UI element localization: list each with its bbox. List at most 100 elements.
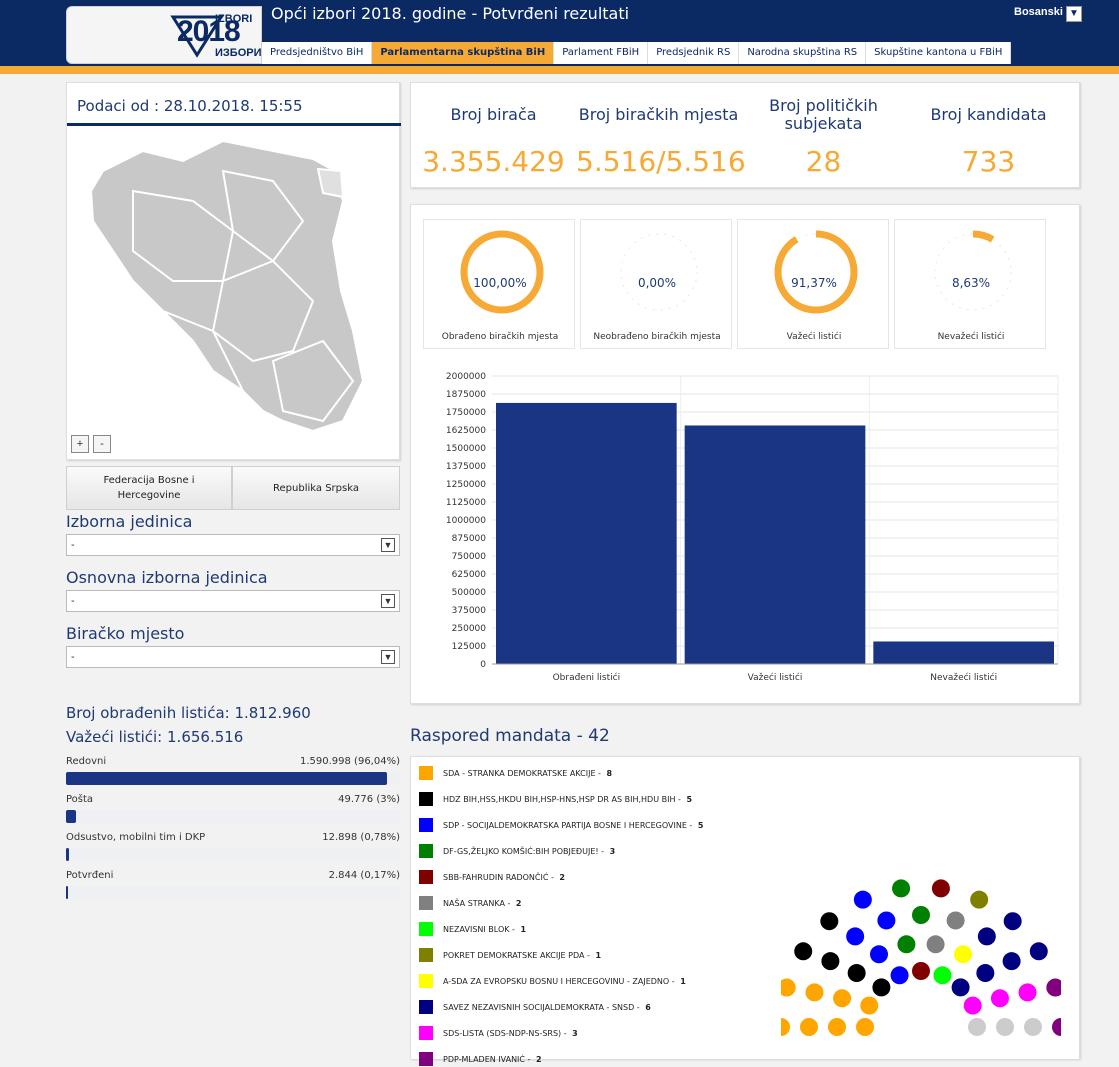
- seat: [1018, 983, 1037, 1002]
- stat-label: Broj političkih subjekata: [769, 96, 878, 133]
- party-swatch: [419, 792, 433, 806]
- seat: [1046, 978, 1061, 997]
- bar[interactable]: [684, 425, 866, 664]
- breakdown-bar: [66, 810, 400, 823]
- tab-1[interactable]: Parlamentarna skupština BiH: [372, 42, 555, 64]
- processed-ballots: Broj obrađenih listića: 1.812.960: [66, 704, 311, 722]
- progress-ring: [931, 230, 1015, 314]
- y-tick-label: 250000: [452, 624, 487, 634]
- party-seats: 2: [515, 898, 522, 908]
- seat: [897, 935, 916, 954]
- logo[interactable]: 2018 IZBORI ИЗБОРИ: [66, 6, 262, 64]
- stat-card: Broj biračkih mjesta 5.516/5.516: [576, 93, 746, 179]
- tab-3[interactable]: Predsjednik RS: [648, 42, 740, 64]
- ring-value: 0,00%: [637, 276, 677, 290]
- party-name: DF-GS,ŽELJKO KOMŠIĆ:BIH POBJEĐUJE!: [443, 846, 599, 856]
- breakdown-value: 12.898 (0,78%): [322, 832, 400, 843]
- seat: [794, 942, 813, 961]
- y-tick-label: 1000000: [446, 516, 486, 526]
- ring-caption: Obrađeno biračkih mjesta: [441, 332, 559, 342]
- seat: [853, 890, 872, 909]
- progress-ring: [460, 230, 544, 314]
- breakdown-label: Potvrđeni: [66, 870, 114, 881]
- party-seats: 2: [535, 1054, 542, 1064]
- ring-caption: Važeći listići: [786, 332, 842, 342]
- party-name: NAŠA STRANKA: [443, 898, 505, 908]
- party-seats: 3: [572, 1028, 578, 1038]
- party-seats: 1: [520, 924, 527, 934]
- party-swatch: [419, 844, 433, 858]
- party-name: SDP - SOCIJALDEMOKRATSKA PARTIJA BOSNE I…: [443, 820, 687, 830]
- bih-map[interactable]: [73, 131, 393, 437]
- tab-0[interactable]: Predsjedništvo BiH: [262, 42, 373, 64]
- seat: [990, 989, 1009, 1008]
- y-tick-label: 1500000: [446, 444, 486, 454]
- party-swatch: [419, 1052, 433, 1066]
- party-name: SDS-LISTA (SDS-NDP-NS-SRS): [443, 1028, 562, 1038]
- biracko-mjesto-select[interactable]: - ▼: [66, 646, 400, 668]
- seat: [996, 1018, 1014, 1036]
- party-swatch: [419, 818, 433, 832]
- stat-label: Broj kandidata: [930, 105, 1047, 124]
- tab-5[interactable]: Skupštine kantona u FBiH: [866, 42, 1012, 64]
- bar[interactable]: [496, 402, 677, 664]
- republika-srpska-button[interactable]: Republika Srpska: [232, 466, 400, 510]
- y-tick-label: 500000: [452, 588, 487, 598]
- osnovna-jedinica-select[interactable]: - ▼: [66, 590, 400, 612]
- stat-card: Broj političkih subjekata 28: [741, 93, 906, 179]
- stat-card: Broj kandidata 733: [906, 93, 1071, 179]
- seat: [1003, 912, 1022, 931]
- seat: [970, 890, 989, 909]
- party-swatch: [419, 766, 433, 780]
- seat: [926, 935, 945, 954]
- ring-value: 100,00%: [473, 276, 527, 290]
- chevron-down-icon[interactable]: ▼: [381, 650, 395, 664]
- breakdown-bar: [66, 848, 400, 861]
- breakdown-bar-fill: [66, 848, 69, 861]
- party-name: SBB-FAHRUDIN RADONČIĆ: [443, 872, 549, 882]
- tab-4[interactable]: Narodna skupština RS: [739, 42, 867, 64]
- party-swatch: [419, 896, 433, 910]
- tab-2[interactable]: Parlament FBiH: [554, 42, 649, 64]
- party-legend-item: HDZ BIH,HSS,HKDU BIH,HSP-HNS,HSP DR AS B…: [419, 791, 692, 807]
- seat: [870, 945, 888, 964]
- y-tick-label: 0: [480, 660, 486, 670]
- language-dropdown-icon[interactable]: ▼: [1066, 6, 1082, 22]
- stat-card: Broj birača 3.355.429: [411, 93, 576, 179]
- zoom-in-button[interactable]: +: [71, 435, 89, 453]
- party-swatch: [419, 948, 433, 962]
- page-title: Opći izbori 2018. godine - Potvrđeni rez…: [271, 4, 630, 23]
- seat: [976, 964, 995, 983]
- party-seats: 2: [559, 872, 565, 882]
- party-seats: 1: [595, 950, 602, 960]
- stat-value: 733: [961, 145, 1016, 178]
- seat: [781, 1018, 790, 1036]
- seat: [892, 879, 911, 898]
- party-seats: 5: [686, 794, 693, 804]
- ring-card: 91,37% Važeći listići: [737, 219, 889, 349]
- seat: [828, 1018, 846, 1036]
- language-label[interactable]: Bosanski: [1014, 6, 1063, 18]
- chevron-down-icon[interactable]: ▼: [381, 538, 395, 552]
- zoom-out-button[interactable]: -: [93, 435, 111, 453]
- stat-value: 28: [805, 145, 842, 178]
- party-name: A-SDA ZA EVROPSKU BOSNU I HERCEGOVINU - …: [443, 976, 670, 986]
- breakdown-bar: [66, 886, 400, 899]
- party-legend-item: NAŠA STRANKA - 2: [419, 895, 522, 911]
- select-value: -: [71, 651, 75, 663]
- seat-hemicycle: [781, 879, 1061, 1036]
- progress-ring: [774, 230, 858, 314]
- seat: [805, 983, 824, 1002]
- federacija-button[interactable]: Federacija Bosne i Hercegovine: [66, 466, 232, 510]
- party-name: POKRET DEMOKRATSKE AKCIJE PDA: [443, 950, 585, 960]
- x-tick-label: Nevažeći listići: [930, 672, 997, 683]
- seat: [954, 945, 972, 964]
- ring-value: 91,37%: [791, 276, 837, 290]
- breakdown-value: 49.776 (3%): [338, 794, 400, 805]
- party-legend-item: SAVEZ NEZAVISNIH SOCIJALDEMOKRATA - SNSD…: [419, 999, 651, 1015]
- izborna-jedinica-select[interactable]: - ▼: [66, 534, 400, 556]
- seat: [890, 966, 909, 985]
- bar[interactable]: [873, 641, 1054, 664]
- chevron-down-icon[interactable]: ▼: [381, 594, 395, 608]
- seat: [781, 978, 796, 997]
